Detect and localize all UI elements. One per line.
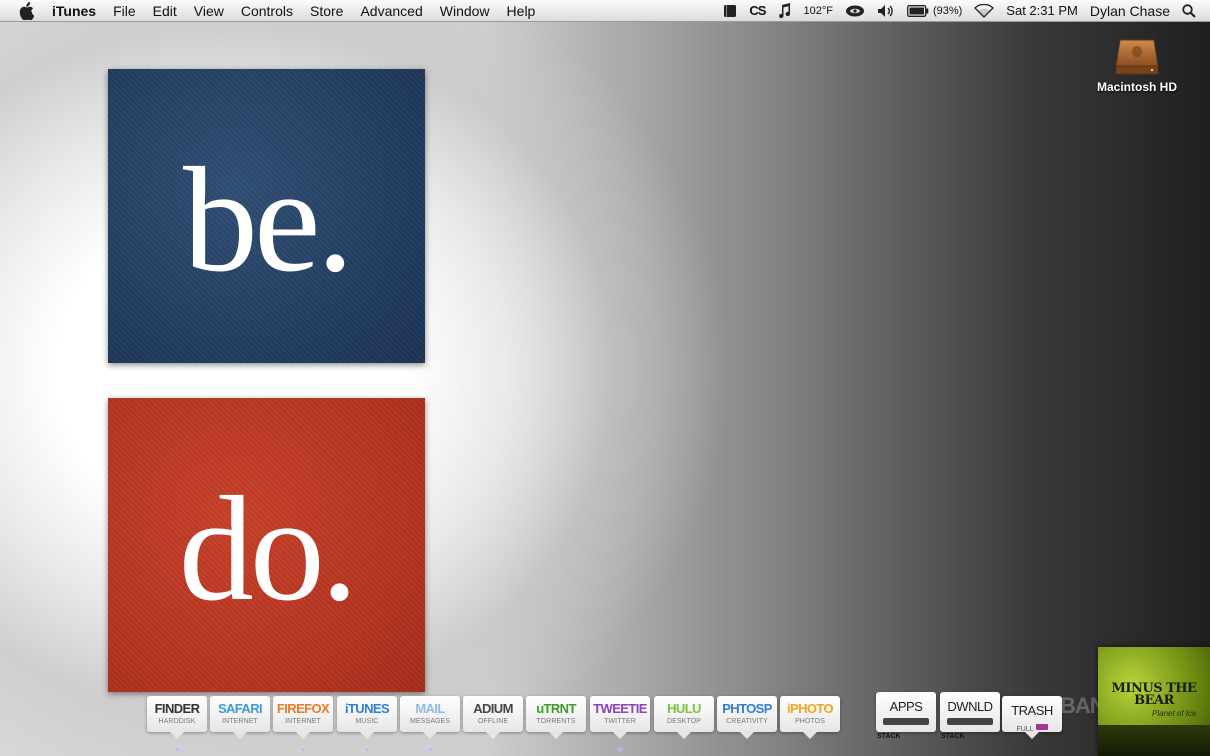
dock-finder[interactable]: FINDER HARDDISK <box>147 696 207 739</box>
wifi-icon[interactable] <box>974 3 995 18</box>
dock-adium-sub: OFFLINE <box>477 718 509 725</box>
dock-adium[interactable]: ADIUM OFFLINE <box>463 696 523 739</box>
album-subtitle: Planet of Ice <box>1152 709 1197 718</box>
dock-mail[interactable]: MAIL MESSAGES <box>400 696 460 739</box>
finder-running-indicator <box>176 748 179 751</box>
battery-percent: (93%) <box>932 4 963 17</box>
dock-safari-sub: INTERNET <box>222 718 258 725</box>
downloads-stack-bar <box>947 718 993 725</box>
dock-firefox[interactable]: FIREFOX INTERNET <box>273 696 333 739</box>
dock-itunes-label: iTUNES <box>344 701 390 716</box>
downloads-stack-tag: STACK <box>941 733 965 740</box>
spotlight-search-icon[interactable] <box>1182 3 1196 18</box>
dock-safari[interactable]: SAFARI INTERNET <box>210 696 270 739</box>
poster-be-text: be. <box>182 137 354 303</box>
album-artwork[interactable]: MINUS THE BEAR Planet of Ice <box>1098 647 1210 756</box>
album-title: MINUS THE BEAR <box>1111 681 1197 708</box>
dock-mail-label: MAIL <box>415 701 445 716</box>
music-note-icon[interactable] <box>777 2 791 19</box>
trash-status: FULL <box>1016 726 1034 733</box>
dock-utorrent-label: uTRNT <box>536 701 576 716</box>
menu-controls[interactable]: Controls <box>241 3 293 19</box>
dock-adium-label: ADIUM <box>473 701 513 716</box>
dock-mail-sub: MESSAGES <box>409 718 451 725</box>
dock-trash[interactable]: TRASH FULL <box>1002 696 1062 739</box>
trash-label: TRASH <box>1011 703 1053 718</box>
temperature-readout[interactable]: 102°F <box>803 5 832 17</box>
album-landscape <box>1098 725 1210 756</box>
trash-full-indicator <box>1035 723 1048 730</box>
dock-hulu[interactable]: HULU DESKTOP <box>654 696 714 739</box>
menu-edit[interactable]: Edit <box>153 3 177 19</box>
poster-be: be. <box>108 69 425 363</box>
apps-stack-label: APPS <box>889 699 923 714</box>
apps-stack-bar <box>883 718 929 725</box>
dock-iphoto[interactable]: iPHOTO PHOTOS <box>780 696 840 739</box>
user-name[interactable]: Dylan Chase <box>1090 3 1170 19</box>
battery-icon[interactable] <box>907 4 929 17</box>
dock-tweetie-label: TWEETIE <box>593 701 647 716</box>
dock-tweetie[interactable]: TWEETIE TWITTER <box>590 696 650 739</box>
dock-iphoto-label: iPHOTO <box>786 701 834 716</box>
dock-apps-stack[interactable]: APPS <box>876 692 936 732</box>
dock-hulu-sub: DESKTOP <box>666 718 702 725</box>
notebook-icon[interactable] <box>723 4 737 18</box>
dock-safari-label: SAFARI <box>217 701 263 716</box>
menu-window[interactable]: Window <box>440 3 490 19</box>
dock-iphoto-sub: PHOTOS <box>794 718 826 725</box>
dock-hulu-label: HULU <box>667 701 701 716</box>
menu-app-name[interactable]: iTunes <box>52 3 96 19</box>
dock-utorrent-sub: TORRENTS <box>536 718 576 725</box>
dock-finder-label: FINDER <box>154 701 200 716</box>
hard-drive-icon <box>1114 36 1160 76</box>
downloads-stack-label: DWNLD <box>947 699 993 714</box>
status-menus: CS 102°F (93%) Sat 2:31 PM Dylan Chase <box>723 0 1196 21</box>
volume-icon[interactable] <box>877 4 895 18</box>
dock-utorrent[interactable]: uTRNT TORRENTS <box>526 696 586 739</box>
dock-itunes[interactable]: iTUNES MUSIC <box>337 696 397 739</box>
dock-photoshop-label: PHTOSP <box>722 701 772 716</box>
menu-advanced[interactable]: Advanced <box>360 3 422 19</box>
menu-view[interactable]: View <box>194 3 224 19</box>
apps-stack-tag: STACK <box>877 733 901 740</box>
tweetie-running-indicator <box>619 748 622 751</box>
itunes-running-indicator <box>366 748 369 751</box>
dock-photoshop-sub: CREATIVITY <box>726 718 768 725</box>
dock-tweetie-sub: TWITTER <box>604 718 636 725</box>
menu-help[interactable]: Help <box>507 3 536 19</box>
menu-file[interactable]: File <box>113 3 136 19</box>
cs-menu-item[interactable]: CS <box>749 3 766 18</box>
dock-finder-sub: HARDDISK <box>158 718 196 725</box>
macintosh-hd-label: Macintosh HD <box>1096 80 1177 94</box>
dock-downloads-stack[interactable]: DWNLD <box>940 692 1000 732</box>
apple-logo-icon[interactable] <box>18 1 36 20</box>
mail-running-indicator <box>429 748 432 751</box>
poster-do: do. <box>108 398 425 692</box>
firefox-running-indicator <box>302 748 305 751</box>
dock-photoshop[interactable]: PHTOSP CREATIVITY <box>717 696 777 739</box>
menu-clock[interactable]: Sat 2:31 PM <box>1006 3 1078 18</box>
eye-icon[interactable] <box>845 4 865 18</box>
dock-firefox-sub: INTERNET <box>285 718 321 725</box>
menu-bar: iTunes File Edit View Controls Store Adv… <box>0 0 1210 22</box>
poster-do-text: do. <box>178 466 358 632</box>
menu-store[interactable]: Store <box>310 3 343 19</box>
dock-itunes-sub: MUSIC <box>355 718 379 725</box>
dock-firefox-label: FIREFOX <box>276 701 330 716</box>
macintosh-hd-drive[interactable]: Macintosh HD <box>1094 36 1180 94</box>
